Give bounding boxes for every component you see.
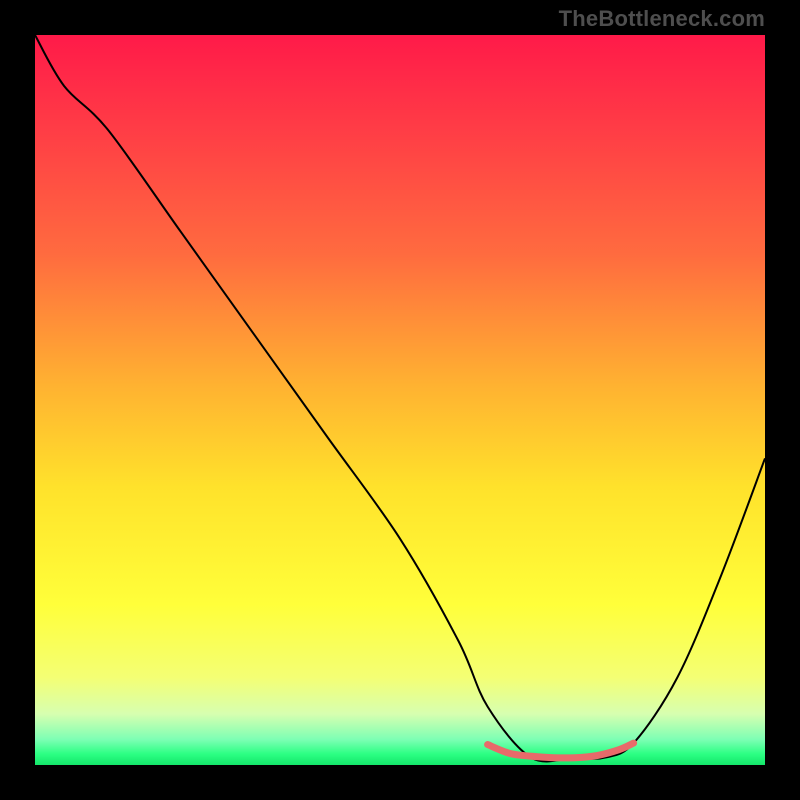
watermark-text: TheBottleneck.com [559,6,765,32]
plot-area [35,35,765,765]
bottleneck-curve [35,35,765,761]
chart-frame: TheBottleneck.com [0,0,800,800]
curve-layer [35,35,765,765]
